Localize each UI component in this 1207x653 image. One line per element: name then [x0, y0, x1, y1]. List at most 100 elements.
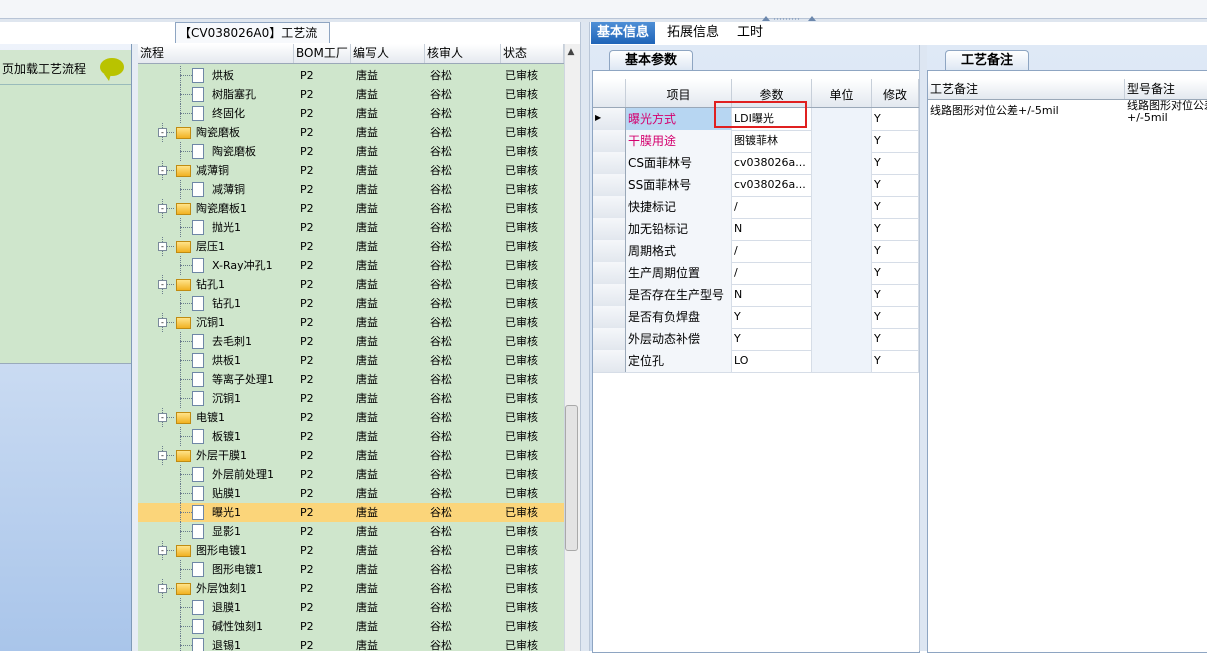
collapse-toggle-icon[interactable]: - — [158, 280, 167, 289]
param-row-header[interactable] — [593, 240, 626, 262]
param-unit-cell[interactable] — [812, 130, 872, 152]
param-unit-cell[interactable] — [812, 196, 872, 218]
param-row[interactable]: 快捷标记 / Y — [593, 196, 919, 219]
tree-row[interactable]: 减薄铜 P2 唐益 谷松 已审核 — [138, 180, 564, 199]
param-value-cell[interactable]: cv038026a... — [732, 152, 812, 174]
param-row[interactable]: CS面菲林号 cv038026a... Y — [593, 152, 919, 175]
tree-row[interactable]: 显影1 P2 唐益 谷松 已审核 — [138, 522, 564, 541]
param-unit-cell[interactable] — [812, 218, 872, 240]
col-header-model-note[interactable]: 型号备注 — [1125, 79, 1207, 99]
param-modify-cell[interactable]: Y — [872, 152, 919, 174]
param-unit-cell[interactable] — [812, 350, 872, 372]
param-unit-cell[interactable] — [812, 152, 872, 174]
param-modify-cell[interactable]: Y — [872, 306, 919, 328]
col-header-reviewer[interactable]: 核审人 — [425, 44, 501, 63]
tab-basic-info[interactable]: 基本信息 — [591, 22, 656, 44]
param-value-cell[interactable]: Y — [732, 306, 812, 328]
collapse-toggle-icon[interactable]: - — [158, 166, 167, 175]
col-header-process-note[interactable]: 工艺备注 — [928, 79, 1125, 99]
param-row-header[interactable] — [593, 284, 626, 306]
tree-row[interactable]: 陶瓷磨板 P2 唐益 谷松 已审核 — [138, 142, 564, 161]
tree-row[interactable]: 曝光1 P2 唐益 谷松 已审核 — [138, 503, 564, 522]
tree-row[interactable]: 板镀1 P2 唐益 谷松 已审核 — [138, 427, 564, 446]
tab-basic-params[interactable]: 基本参数 — [609, 50, 693, 71]
tree-row[interactable]: 等离子处理1 P2 唐益 谷松 已审核 — [138, 370, 564, 389]
param-unit-cell[interactable] — [812, 108, 872, 130]
param-row[interactable]: SS面菲林号 cv038026a... Y — [593, 174, 919, 197]
param-modify-cell[interactable]: Y — [872, 196, 919, 218]
tree-folder-row[interactable]: - 图形电镀1 P2 唐益 谷松 已审核 — [138, 541, 564, 560]
param-row[interactable]: 外层动态补偿 Y Y — [593, 328, 919, 351]
param-value-cell[interactable]: Y — [732, 328, 812, 350]
param-row-header[interactable]: ▶ — [593, 108, 626, 130]
col-header-status[interactable]: 状态 — [501, 44, 564, 63]
param-modify-cell[interactable]: Y — [872, 240, 919, 262]
tab-process-remark[interactable]: 工艺备注 — [945, 50, 1029, 71]
tree-folder-row[interactable]: - 外层蚀刻1 P2 唐益 谷松 已审核 — [138, 579, 564, 598]
collapse-toggle-icon[interactable]: - — [158, 413, 167, 422]
param-unit-cell[interactable] — [812, 262, 872, 284]
param-value-cell[interactable]: N — [732, 284, 812, 306]
param-row-header[interactable] — [593, 152, 626, 174]
tree-row[interactable]: 抛光1 P2 唐益 谷松 已审核 — [138, 218, 564, 237]
param-row-header[interactable] — [593, 174, 626, 196]
col-header-bom-factory[interactable]: BOM工厂 — [294, 44, 351, 63]
param-value-cell[interactable]: / — [732, 240, 812, 262]
tree-row[interactable]: 图形电镀1 P2 唐益 谷松 已审核 — [138, 560, 564, 579]
tree-folder-row[interactable]: - 减薄铜 P2 唐益 谷松 已审核 — [138, 161, 564, 180]
param-modify-cell[interactable]: Y — [872, 130, 919, 152]
tree-row[interactable]: 退锡1 P2 唐益 谷松 已审核 — [138, 636, 564, 651]
param-value-cell[interactable]: LO — [732, 350, 812, 372]
model-note-cell[interactable]: 线路图形对位公差+/-5mil — [1125, 100, 1207, 126]
param-value-cell[interactable]: N — [732, 218, 812, 240]
center-splitter[interactable] — [580, 22, 590, 651]
chat-bubble-icon[interactable] — [100, 58, 124, 81]
param-row[interactable]: 加无铅标记 N Y — [593, 218, 919, 241]
param-modify-cell[interactable]: Y — [872, 350, 919, 372]
param-row-header[interactable] — [593, 262, 626, 284]
param-modify-cell[interactable]: Y — [872, 262, 919, 284]
tree-row[interactable]: 沉铜1 P2 唐益 谷松 已审核 — [138, 389, 564, 408]
tree-row[interactable]: 烘板1 P2 唐益 谷松 已审核 — [138, 351, 564, 370]
tree-row[interactable]: X-Ray冲孔1 P2 唐益 谷松 已审核 — [138, 256, 564, 275]
param-row-header[interactable] — [593, 130, 626, 152]
param-value-cell[interactable]: cv038026a... — [732, 174, 812, 196]
tree-row[interactable]: 终固化 P2 唐益 谷松 已审核 — [138, 104, 564, 123]
col-header-modify[interactable]: 修改 — [872, 79, 919, 107]
param-unit-cell[interactable] — [812, 174, 872, 196]
tree-folder-row[interactable]: - 沉铜1 P2 唐益 谷松 已审核 — [138, 313, 564, 332]
tree-folder-row[interactable]: - 外层干膜1 P2 唐益 谷松 已审核 — [138, 446, 564, 465]
col-header-writer[interactable]: 编写人 — [351, 44, 425, 63]
tree-row[interactable]: 碱性蚀刻1 P2 唐益 谷松 已审核 — [138, 617, 564, 636]
param-value-cell[interactable]: / — [732, 262, 812, 284]
param-row-header[interactable] — [593, 218, 626, 240]
param-row-header[interactable] — [593, 306, 626, 328]
collapse-toggle-icon[interactable]: - — [158, 204, 167, 213]
col-header-process[interactable]: 流程 — [138, 44, 294, 63]
tree-row[interactable]: 贴膜1 P2 唐益 谷松 已审核 — [138, 484, 564, 503]
param-row[interactable]: 定位孔 LO Y — [593, 350, 919, 373]
tab-labor-hours[interactable]: 工时 — [731, 22, 769, 44]
scroll-up-arrow-icon[interactable]: ▲ — [566, 47, 576, 57]
tree-row[interactable]: 烘板 P2 唐益 谷松 已审核 — [138, 66, 564, 85]
param-row[interactable]: 是否有负焊盘 Y Y — [593, 306, 919, 329]
param-row[interactable]: 是否存在生产型号 N Y — [593, 284, 919, 307]
param-row-header[interactable] — [593, 350, 626, 372]
tree-scroll-thumb[interactable] — [565, 405, 578, 551]
tree-folder-row[interactable]: - 电镀1 P2 唐益 谷松 已审核 — [138, 408, 564, 427]
collapse-toggle-icon[interactable]: - — [158, 318, 167, 327]
tree-row[interactable]: 钻孔1 P2 唐益 谷松 已审核 — [138, 294, 564, 313]
right-splitter[interactable] — [919, 45, 927, 651]
collapse-toggle-icon[interactable]: - — [158, 584, 167, 593]
col-header-unit[interactable]: 单位 — [812, 79, 872, 107]
param-unit-cell[interactable] — [812, 284, 872, 306]
param-row-header[interactable] — [593, 196, 626, 218]
param-row[interactable]: 周期格式 / Y — [593, 240, 919, 263]
tree-row[interactable]: 退膜1 P2 唐益 谷松 已审核 — [138, 598, 564, 617]
param-modify-cell[interactable]: Y — [872, 218, 919, 240]
tree-row[interactable]: 去毛刺1 P2 唐益 谷松 已审核 — [138, 332, 564, 351]
param-modify-cell[interactable]: Y — [872, 108, 919, 130]
param-modify-cell[interactable]: Y — [872, 328, 919, 350]
collapse-toggle-icon[interactable]: - — [158, 242, 167, 251]
param-unit-cell[interactable] — [812, 306, 872, 328]
